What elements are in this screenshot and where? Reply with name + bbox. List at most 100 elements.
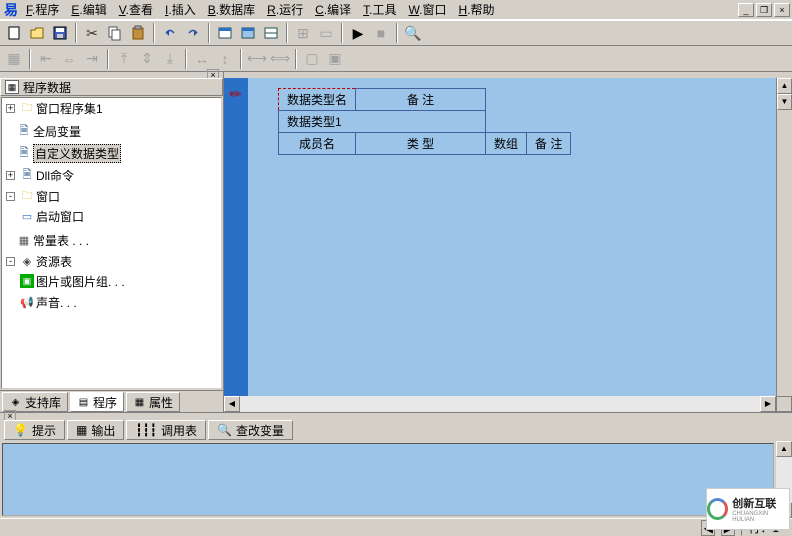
size-h-icon[interactable]: ⟺: [269, 48, 291, 70]
tree-header-label: 程序数据: [23, 79, 71, 96]
menu-tools[interactable]: T.工具: [357, 0, 402, 20]
align-middle-icon[interactable]: ⇕: [136, 48, 158, 70]
align-center-icon[interactable]: ⇔: [58, 48, 80, 70]
datatype-row1[interactable]: 数据类型1: [279, 111, 486, 133]
separator: [396, 23, 398, 43]
paste-button[interactable]: [127, 22, 149, 44]
tree-item[interactable]: Dll命令: [36, 167, 74, 184]
horizontal-scrollbar[interactable]: ◀ ▶: [224, 396, 792, 412]
vertical-scrollbar[interactable]: ▲ ▼: [776, 78, 792, 396]
menu-insert[interactable]: I.插入: [159, 0, 202, 20]
tree-item[interactable]: 图片或图片组. . .: [36, 273, 125, 290]
new-button[interactable]: [3, 22, 25, 44]
separator: [208, 23, 210, 43]
form-icon: ▭: [20, 210, 34, 224]
menu-edit[interactable]: E.编辑: [65, 0, 112, 20]
window2-button[interactable]: [237, 22, 259, 44]
center-v-icon[interactable]: ▣: [324, 48, 346, 70]
collapse-toggle[interactable]: -: [6, 257, 15, 266]
window3-button[interactable]: [260, 22, 282, 44]
menubar: 易 F.程序 E.编辑 V.查看 I.插入 B.数据库 R.运行 C.编译 T.…: [0, 0, 792, 20]
copy-button[interactable]: [104, 22, 126, 44]
menu-help[interactable]: H.帮助: [453, 0, 501, 20]
scroll-up-arrow[interactable]: ▲: [777, 78, 792, 94]
col-type[interactable]: 类 型: [356, 133, 486, 155]
bottom-panel: × 💡提示 ▦输出 ┇┇┇调用表 🔍查改变量 ▲ ▼: [0, 412, 792, 518]
tab-program[interactable]: ▤程序: [70, 392, 124, 412]
tab-support-lib[interactable]: ◈支持库: [2, 392, 68, 412]
align-left-icon[interactable]: ⇤: [35, 48, 57, 70]
menu-window[interactable]: W.窗口: [403, 0, 453, 20]
collapse-toggle[interactable]: -: [6, 192, 15, 201]
menu-database[interactable]: B.数据库: [202, 0, 261, 20]
save-button[interactable]: [49, 22, 71, 44]
tree-item-selected[interactable]: 自定义数据类型: [33, 144, 121, 163]
tree-item[interactable]: 常量表 . . .: [33, 232, 89, 249]
doc-icon: 🗎: [20, 169, 34, 183]
minimize-button[interactable]: _: [738, 3, 754, 17]
tab-hint[interactable]: 💡提示: [4, 420, 65, 440]
align-right-icon[interactable]: ⇥: [81, 48, 103, 70]
tab-properties[interactable]: ▦属性: [126, 392, 180, 412]
undo-button[interactable]: [159, 22, 181, 44]
menu-view[interactable]: V.查看: [113, 0, 159, 20]
col-remark2[interactable]: 备 注: [527, 133, 571, 155]
output-area[interactable]: [2, 443, 774, 516]
separator: [107, 49, 109, 69]
layout-button[interactable]: ▭: [315, 22, 337, 44]
datatype-table[interactable]: 数据类型名 备 注 数据类型1 成员名 类 型 数组 备 注: [278, 88, 571, 155]
cut-button[interactable]: ✂: [81, 22, 103, 44]
run-button[interactable]: ▶: [347, 22, 369, 44]
expand-toggle[interactable]: +: [6, 171, 15, 180]
dist-h-icon[interactable]: ↔: [191, 48, 213, 70]
col-remark[interactable]: 备 注: [356, 89, 486, 111]
tab-watch[interactable]: 🔍查改变量: [208, 420, 293, 440]
align-top-icon[interactable]: ⤒: [113, 48, 135, 70]
sound-icon: 📢: [20, 295, 34, 309]
folder-icon: 🗀: [20, 190, 34, 204]
scroll-right-arrow[interactable]: ▶: [760, 396, 776, 412]
separator: [240, 49, 242, 69]
find-button[interactable]: 🔍: [402, 22, 424, 44]
align-button[interactable]: ⊞: [292, 22, 314, 44]
menu-compile[interactable]: C.编译: [309, 0, 357, 20]
col-array[interactable]: 数组: [486, 133, 527, 155]
tree-item[interactable]: 声音. . .: [36, 294, 77, 311]
close-button[interactable]: ×: [774, 3, 790, 17]
pause-button[interactable]: ■: [370, 22, 392, 44]
project-tree[interactable]: +🗀窗口程序集1 🗎全局变量 🗎自定义数据类型 +🗎Dll命令 -🗀窗口 ▭启动…: [1, 97, 222, 389]
tree-item[interactable]: 全局变量: [33, 123, 81, 140]
col-datatype-name[interactable]: 数据类型名: [279, 89, 356, 111]
watermark-ring-icon: [707, 498, 728, 520]
scroll-down-arrow[interactable]: ▼: [777, 94, 792, 110]
redo-button[interactable]: [182, 22, 204, 44]
tree-item[interactable]: 启动窗口: [36, 208, 84, 225]
scroll-left-arrow[interactable]: ◀: [224, 396, 240, 412]
menu-program[interactable]: F.程序: [20, 0, 65, 20]
separator: [286, 23, 288, 43]
grid-button[interactable]: ▦: [3, 48, 25, 70]
editor-content[interactable]: 数据类型名 备 注 数据类型1 成员名 类 型 数组 备 注: [248, 78, 776, 396]
window1-button[interactable]: [214, 22, 236, 44]
watermark-sub: CHUANGXIN HULIAN: [732, 511, 789, 523]
separator: [29, 49, 31, 69]
tab-calltable[interactable]: ┇┇┇调用表: [126, 420, 206, 440]
tree-root-icon: ▦: [5, 80, 19, 94]
separator: [341, 23, 343, 43]
expand-toggle[interactable]: +: [6, 104, 15, 113]
restore-button[interactable]: ❐: [756, 3, 772, 17]
tree-item[interactable]: 资源表: [36, 253, 72, 270]
menu-run[interactable]: R.运行: [261, 0, 309, 20]
align-bottom-icon[interactable]: ⤓: [159, 48, 181, 70]
toolbar-layout: ▦ ⇤ ⇔ ⇥ ⤒ ⇕ ⤓ ↔ ↕ ⟷ ⟺ ▢ ▣: [0, 46, 792, 72]
center-h-icon[interactable]: ▢: [301, 48, 323, 70]
grid-icon: ▦: [133, 396, 146, 409]
tab-output[interactable]: ▦输出: [67, 420, 124, 440]
open-button[interactable]: [26, 22, 48, 44]
col-member-name[interactable]: 成员名: [279, 133, 356, 155]
scroll-up-arrow[interactable]: ▲: [776, 441, 792, 457]
dist-v-icon[interactable]: ↕: [214, 48, 236, 70]
tree-item[interactable]: 窗口: [36, 188, 60, 205]
tree-item[interactable]: 窗口程序集1: [36, 100, 103, 117]
size-w-icon[interactable]: ⟷: [246, 48, 268, 70]
